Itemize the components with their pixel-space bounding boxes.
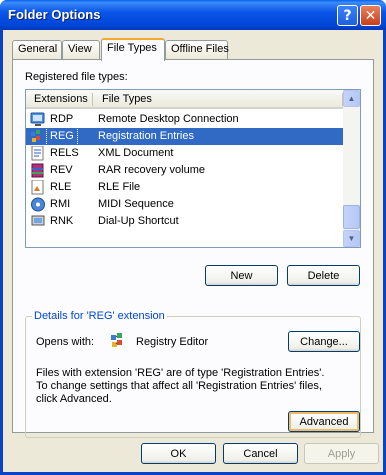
folder-options-window: Folder Options ? ✕ General View File Typ… bbox=[0, 0, 386, 475]
file-extension: RMI bbox=[50, 198, 71, 210]
file-type-name: XML Document bbox=[98, 147, 174, 159]
list-scrollbar[interactable]: ▲ ▼ bbox=[343, 90, 360, 247]
help-icon: ? bbox=[343, 7, 352, 24]
close-button[interactable]: ✕ bbox=[360, 5, 381, 26]
list-item[interactable]: RELS XML Document bbox=[26, 145, 343, 162]
ok-button[interactable]: OK bbox=[141, 443, 216, 464]
list-item[interactable]: REG Registration Entries bbox=[26, 127, 343, 146]
list-item[interactable]: REV RAR recovery volume bbox=[26, 162, 343, 179]
column-file-types[interactable]: File Types bbox=[102, 93, 152, 105]
apply-button[interactable]: Apply bbox=[304, 443, 379, 464]
window-title: Folder Options bbox=[8, 7, 101, 22]
chevron-up-icon: ▲ bbox=[347, 94, 356, 103]
details-group: Details for 'REG' extension Opens with: … bbox=[25, 310, 361, 438]
file-type-name: RAR recovery volume bbox=[98, 164, 205, 176]
chevron-down-icon: ▼ bbox=[347, 234, 356, 243]
file-extension: RNK bbox=[50, 215, 74, 227]
file-type-name: MIDI Sequence bbox=[98, 198, 174, 210]
tab-general-label: General bbox=[18, 43, 58, 55]
file-extension: RELS bbox=[50, 147, 79, 159]
opens-with-label: Opens with: bbox=[36, 336, 95, 348]
tab-view[interactable]: View bbox=[62, 40, 100, 59]
file-types-list[interactable]: Extensions File Types RDP Remote Desktop … bbox=[25, 89, 361, 248]
dialog-body: General View File Types Offline Files Re… bbox=[3, 30, 383, 472]
file-type-name: RLE File bbox=[98, 181, 141, 193]
tab-file-types-label: File Types bbox=[107, 42, 157, 54]
file-type-name: Dial-Up Shortcut bbox=[98, 215, 179, 227]
advanced-button[interactable]: Advanced bbox=[288, 411, 360, 432]
tab-offline-files-label: Offline Files bbox=[171, 43, 229, 55]
list-header: Extensions File Types bbox=[26, 90, 343, 109]
scroll-up-button[interactable]: ▲ bbox=[343, 90, 360, 107]
tab-general[interactable]: General bbox=[12, 40, 62, 59]
tab-offline-files[interactable]: Offline Files bbox=[165, 40, 229, 59]
file-extension: REV bbox=[50, 164, 73, 176]
delete-button[interactable]: Delete bbox=[287, 265, 360, 286]
change-button[interactable]: Change... bbox=[288, 331, 360, 352]
file-type-name: Registration Entries bbox=[98, 130, 194, 142]
file-type-name: Remote Desktop Connection bbox=[98, 113, 239, 125]
close-icon: ✕ bbox=[364, 7, 377, 24]
scroll-thumb[interactable] bbox=[343, 205, 360, 229]
list-item[interactable]: RLE RLE File bbox=[26, 179, 343, 196]
registry-editor-icon bbox=[111, 333, 122, 347]
details-group-label: Details for 'REG' extension bbox=[32, 310, 167, 322]
title-bar[interactable]: Folder Options ? ✕ bbox=[0, 0, 386, 30]
list-item[interactable]: RMI MIDI Sequence bbox=[26, 196, 343, 213]
help-button[interactable]: ? bbox=[337, 5, 358, 26]
file-types-panel: Registered file types: Extensions File T… bbox=[12, 59, 374, 438]
registered-file-types-label: Registered file types: bbox=[25, 71, 128, 83]
tab-file-types[interactable]: File Types bbox=[101, 38, 165, 61]
focus-rectangle bbox=[46, 127, 78, 146]
column-extensions[interactable]: Extensions bbox=[34, 93, 88, 105]
file-extension: RDP bbox=[50, 113, 74, 125]
scroll-down-button[interactable]: ▼ bbox=[343, 230, 360, 247]
opens-with-app-name: Registry Editor bbox=[136, 336, 209, 348]
new-button[interactable]: New bbox=[205, 265, 278, 286]
cancel-button[interactable]: Cancel bbox=[223, 443, 298, 464]
tab-view-label: View bbox=[68, 43, 92, 55]
list-item[interactable]: RDP Remote Desktop Connection bbox=[26, 111, 343, 128]
extension-description: Files with extension 'REG' are of type '… bbox=[36, 367, 325, 405]
list-item[interactable]: RNK Dial-Up Shortcut bbox=[26, 213, 343, 230]
column-divider[interactable] bbox=[92, 93, 93, 106]
file-extension: RLE bbox=[50, 181, 72, 193]
